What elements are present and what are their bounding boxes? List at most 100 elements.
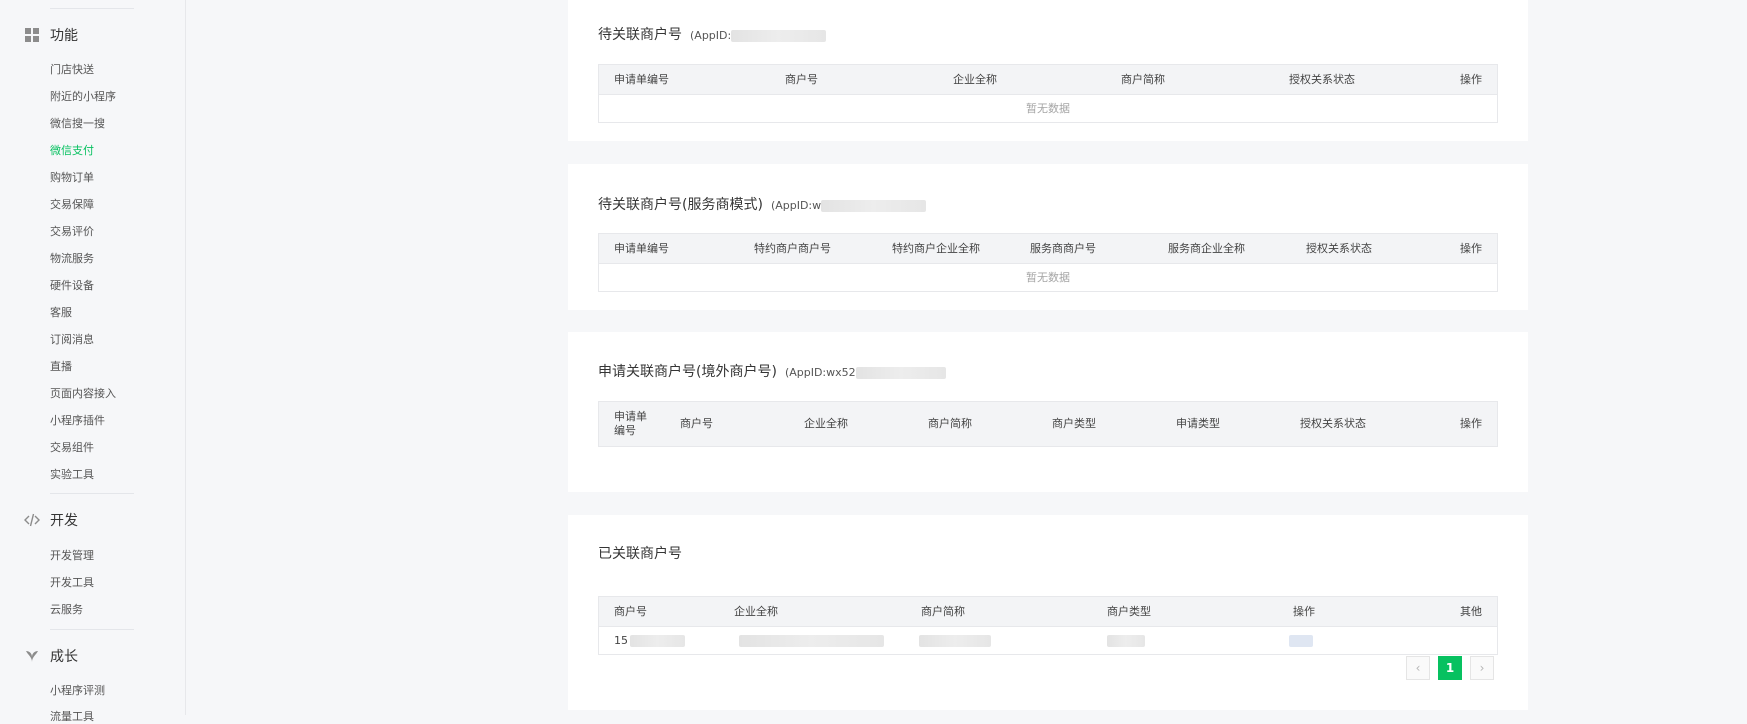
- redacted-appid: [855, 367, 946, 379]
- column-header: 授权关系状态: [1289, 73, 1355, 86]
- column-header: 商户类型: [1052, 417, 1096, 430]
- sidebar-item-evaluation[interactable]: 小程序评测: [50, 684, 105, 698]
- company-name-cell: [739, 627, 884, 654]
- sidebar-item-cloud-service[interactable]: 云服务: [50, 603, 83, 617]
- empty-text: 暂无数据: [1026, 271, 1070, 284]
- column-header: 商户简称: [921, 605, 965, 618]
- sidebar-group-label: 成长: [50, 649, 78, 665]
- next-page-button[interactable]: ›: [1470, 656, 1494, 680]
- sidebar-group-dev[interactable]: 开发: [24, 510, 78, 530]
- empty-text: 暂无数据: [1026, 102, 1070, 115]
- column-header: 操作: [1293, 605, 1315, 618]
- redacted-action-link[interactable]: [1289, 635, 1313, 647]
- column-header: 特约商户企业全称: [892, 242, 980, 255]
- appid-label: (AppID:w: [771, 199, 927, 212]
- column-header: 商户号: [614, 605, 647, 618]
- sidebar-item-traffic-tools[interactable]: 流量工具: [50, 710, 94, 724]
- column-header: 商户简称: [1121, 73, 1165, 86]
- sidebar-item-shopping-orders[interactable]: 购物订单: [50, 171, 94, 185]
- sidebar-item-page-content[interactable]: 页面内容接入: [50, 387, 116, 401]
- short-name-cell: [919, 627, 991, 654]
- table-header: 商户号 企业全称 商户简称 商户类型 操作 其他: [599, 597, 1497, 627]
- column-header: 授权关系状态: [1306, 242, 1372, 255]
- sidebar-item-store-delivery[interactable]: 门店快送: [50, 63, 94, 77]
- sidebar-item-logistics[interactable]: 物流服务: [50, 252, 94, 266]
- linked-merchants-table: 商户号 企业全称 商户简称 商户类型 操作 其他 15: [598, 596, 1498, 655]
- sidebar-item-wechat-pay[interactable]: 微信支付: [50, 144, 94, 158]
- column-header: 特约商户商户号: [754, 242, 831, 255]
- column-header: 商户类型: [1107, 605, 1151, 618]
- grid-icon: [24, 27, 40, 43]
- table-header: 申请单编号 商户号 企业全称 商户简称 商户类型 申请类型 授权关系状态 操作: [599, 402, 1497, 446]
- action-cell[interactable]: [1289, 627, 1313, 654]
- column-header: 申请单编号: [614, 410, 647, 437]
- sidebar-item-plugins[interactable]: 小程序插件: [50, 414, 105, 428]
- section-title: 待关联商户号(服务商模式) (AppID:w: [598, 194, 927, 214]
- column-header: 企业全称: [734, 605, 778, 618]
- sidebar-item-lab-tools[interactable]: 实验工具: [50, 468, 94, 482]
- overseas-merchants-card: 申请关联商户号(境外商户号) (AppID:wx52 申请单编号 商户号 企业全称…: [568, 332, 1528, 492]
- column-header: 申请单编号: [614, 73, 669, 86]
- sidebar-group-features[interactable]: 功能: [24, 25, 78, 45]
- merchant-id-cell: 15: [614, 627, 685, 654]
- column-header: 商户号: [680, 417, 713, 430]
- column-header: 操作: [1460, 73, 1482, 86]
- linked-merchants-card: 已关联商户号 商户号 企业全称 商户简称 商户类型 操作 其他 15 ‹ 1 ›: [568, 515, 1528, 710]
- sidebar: 功能 门店快送 附近的小程序 微信搜一搜 微信支付 购物订单 交易保障 交易评价…: [0, 0, 186, 723]
- section-title: 已关联商户号: [598, 546, 682, 562]
- column-header: 操作: [1460, 242, 1482, 255]
- table-header: 申请单编号 商户号 企业全称 商户简称 授权关系状态 操作: [599, 65, 1497, 95]
- sidebar-item-trade-component[interactable]: 交易组件: [50, 441, 94, 455]
- sidebar-item-wechat-search[interactable]: 微信搜一搜: [50, 117, 105, 131]
- code-icon: [24, 512, 40, 528]
- page-1-button[interactable]: 1: [1438, 656, 1462, 680]
- sidebar-item-dev-tools[interactable]: 开发工具: [50, 576, 94, 590]
- sidebar-item-nearby-miniprogram[interactable]: 附近的小程序: [50, 90, 116, 104]
- column-header: 其他: [1460, 605, 1482, 618]
- column-header: 授权关系状态: [1300, 417, 1366, 430]
- column-header: 企业全称: [953, 73, 997, 86]
- section-title: 待关联商户号 (AppID:: [598, 24, 827, 44]
- appid-label: (AppID:: [690, 29, 827, 42]
- sidebar-divider: [50, 629, 134, 630]
- sidebar-divider: [50, 493, 134, 494]
- sidebar-item-customer-service[interactable]: 客服: [50, 306, 72, 320]
- leaf-icon: [24, 648, 40, 664]
- prev-page-button[interactable]: ‹: [1406, 656, 1430, 680]
- pagination: ‹ 1 ›: [1406, 656, 1494, 680]
- column-header: 服务商商户号: [1030, 242, 1096, 255]
- table-header: 申请单编号 特约商户商户号 特约商户企业全称 服务商商户号 服务商企业全称 授权…: [599, 234, 1497, 264]
- column-header: 申请单编号: [614, 242, 669, 255]
- section-title: 申请关联商户号(境外商户号) (AppID:wx52: [598, 361, 946, 381]
- sidebar-group-label: 开发: [50, 513, 78, 529]
- sidebar-item-subscribe-message[interactable]: 订阅消息: [50, 333, 94, 347]
- sidebar-item-hardware[interactable]: 硬件设备: [50, 279, 94, 293]
- merchant-type-cell: [1107, 627, 1145, 654]
- sidebar-item-trade-review[interactable]: 交易评价: [50, 225, 94, 239]
- column-header: 申请类型: [1176, 417, 1220, 430]
- column-header: 操作: [1460, 417, 1482, 430]
- sidebar-item-live[interactable]: 直播: [50, 360, 72, 374]
- pending-merchants-table: 申请单编号 商户号 企业全称 商户简称 授权关系状态 操作 暂无数据: [598, 64, 1498, 123]
- pending-service-merchants-card: 待关联商户号(服务商模式) (AppID:w 申请单编号 特约商户商户号 特约商户…: [568, 164, 1528, 310]
- redacted-short-name: [919, 635, 991, 647]
- table-row: 15: [599, 627, 1497, 654]
- column-header: 服务商企业全称: [1168, 242, 1245, 255]
- column-header: 商户简称: [928, 417, 972, 430]
- redacted-company-name: [739, 635, 884, 647]
- redacted-appid: [821, 200, 927, 212]
- sidebar-group-growth[interactable]: 成长: [24, 646, 78, 666]
- table-body: 暂无数据: [599, 264, 1497, 291]
- redacted-merchant-id: [630, 635, 685, 647]
- sidebar-divider: [50, 8, 134, 9]
- sidebar-group-label: 功能: [50, 28, 78, 44]
- sidebar-item-dev-management[interactable]: 开发管理: [50, 549, 94, 563]
- pending-service-merchants-table: 申请单编号 特约商户商户号 特约商户企业全称 服务商商户号 服务商企业全称 授权…: [598, 233, 1498, 292]
- appid-label: (AppID:wx52: [785, 366, 946, 379]
- sidebar-item-trade-guarantee[interactable]: 交易保障: [50, 198, 94, 212]
- pending-merchants-card: 待关联商户号 (AppID: 申请单编号 商户号 企业全称 商户简称 授权关系状态…: [568, 0, 1528, 141]
- redacted-merchant-type: [1107, 635, 1145, 647]
- column-header: 企业全称: [804, 417, 848, 430]
- column-header: 商户号: [785, 73, 818, 86]
- redacted-appid: [731, 30, 827, 42]
